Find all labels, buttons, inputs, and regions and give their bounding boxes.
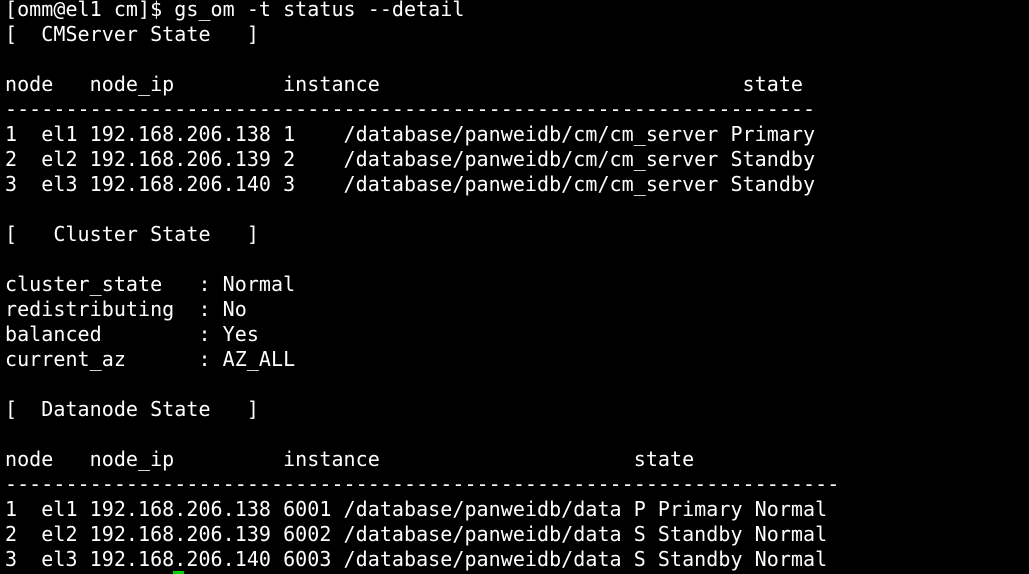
datanode-section-title: [ Datanode State ] [5,397,259,421]
cmserver-table-header: node node_ip instance state [5,72,804,96]
datanode-table-header: node node_ip instance state [5,447,695,471]
command-prompt-line: [omm@el1 cm]$ gs_om -t status --detail [5,0,465,21]
cmserver-table-row: 3 el3 192.168.206.140 3 /database/panwei… [5,172,816,196]
cmserver-table-separator: ----------------------------------------… [5,97,816,121]
current-az-row: current_az : AZ_ALL [5,347,296,371]
datanode-table-separator: ----------------------------------------… [5,472,840,496]
redistributing-row: redistributing : No [5,297,247,321]
datanode-table-row: 3 el3 192.168.206.140 6003 /database/pan… [5,547,828,571]
cmserver-table-row: 1 el1 192.168.206.138 1 /database/panwei… [5,122,816,146]
datanode-table-row: 2 el2 192.168.206.139 6002 /database/pan… [5,522,828,546]
cluster-state-row: cluster_state : Normal [5,272,296,296]
cmserver-section-title: [ CMServer State ] [5,22,259,46]
cmserver-table-row: 2 el2 192.168.206.139 2 /database/panwei… [5,147,816,171]
datanode-table-row: 1 el1 192.168.206.138 6001 /database/pan… [5,497,828,521]
cluster-section-title: [ Cluster State ] [5,222,259,246]
balanced-row: balanced : Yes [5,322,259,346]
terminal-window[interactable]: [omm@el1 cm]$ gs_om -t status --detail [… [0,0,1029,574]
